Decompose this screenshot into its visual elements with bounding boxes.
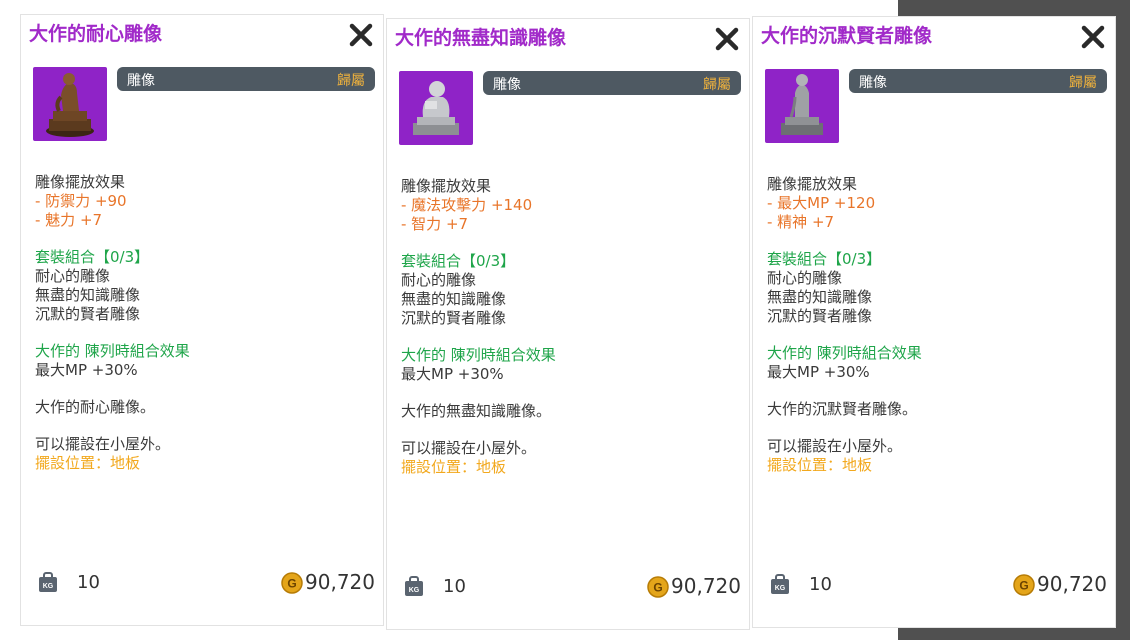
placement-location: 擺設位置：地板 — [35, 454, 141, 472]
item-type-label: 雕像 — [127, 73, 155, 89]
placement-note: 可以擺設在小屋外。 — [767, 437, 903, 455]
stat-line: - 最大MP +120 — [767, 194, 876, 212]
svg-text:KG: KG — [775, 585, 786, 592]
statue-thumbnail — [765, 69, 839, 143]
item-weight: 10 — [77, 572, 100, 593]
stat-line: - 智力 +7 — [401, 215, 469, 233]
item-tooltip-sage-statue: 大作的沉默賢者雕像 雕像 歸屬 雕像擺放效果 - 最大MP +120 - 精神 … — [752, 16, 1116, 628]
item-description: 雕像擺放效果 - 最大MP +120 - 精神 +7 套裝組合【0/3】 耐心的… — [767, 175, 1105, 475]
stat-line: - 魔法攻擊力 +140 — [401, 196, 533, 214]
item-flavor-text: 大作的沉默賢者雕像。 — [767, 400, 918, 418]
item-footer: KG 10 G 90,720 — [769, 571, 1107, 599]
item-price: 90,720 — [1037, 572, 1107, 596]
svg-text:KG: KG — [43, 583, 54, 590]
stat-line: - 防禦力 +90 — [35, 192, 127, 210]
close-icon[interactable] — [1079, 23, 1107, 51]
statue-thumbnail — [33, 67, 107, 141]
set-item: 耐心的雕像 — [401, 271, 477, 289]
combo-effect: 最大MP +30% — [401, 365, 504, 383]
set-item: 耐心的雕像 — [767, 269, 843, 287]
svg-text:G: G — [1019, 579, 1028, 593]
statue-thumbnail — [399, 71, 473, 145]
item-type-bar: 雕像 歸屬 — [483, 71, 741, 95]
set-item: 耐心的雕像 — [35, 267, 111, 285]
placement-location: 擺設位置：地板 — [767, 456, 873, 474]
set-item: 無盡的知識雕像 — [35, 286, 141, 304]
bronze-statue-icon — [46, 73, 94, 137]
effect-heading: 雕像擺放效果 — [767, 175, 858, 193]
item-type-label: 雕像 — [493, 77, 521, 93]
set-item: 沉默的賢者雕像 — [401, 309, 507, 327]
item-price: 90,720 — [305, 570, 375, 594]
bind-status-label: 歸屬 — [1069, 75, 1097, 91]
placement-location: 擺設位置：地板 — [401, 458, 507, 476]
kg-weight-icon: KG — [405, 576, 423, 596]
close-icon[interactable] — [347, 21, 375, 49]
item-title: 大作的無盡知識雕像 — [395, 27, 567, 49]
stone-statue-icon — [413, 81, 459, 135]
set-item: 無盡的知識雕像 — [767, 288, 873, 306]
item-weight: 10 — [443, 576, 466, 597]
bind-status-label: 歸屬 — [703, 77, 731, 93]
item-title: 大作的沉默賢者雕像 — [761, 25, 933, 47]
item-type-label: 雕像 — [859, 75, 887, 91]
combo-heading: 大作的 陳列時組合效果 — [35, 342, 190, 360]
combo-effect: 最大MP +30% — [35, 361, 138, 379]
item-title: 大作的耐心雕像 — [29, 23, 163, 45]
bind-status-label: 歸屬 — [337, 73, 365, 89]
set-item: 沉默的賢者雕像 — [35, 305, 141, 323]
svg-text:KG: KG — [409, 587, 420, 594]
item-description: 雕像擺放效果 - 防禦力 +90 - 魅力 +7 套裝組合【0/3】 耐心的雕像… — [35, 173, 373, 473]
item-footer: KG 10 G 90,720 — [403, 573, 741, 601]
item-price: 90,720 — [671, 574, 741, 598]
gold-coin-icon: G — [647, 576, 669, 598]
set-heading: 套裝組合【0/3】 — [401, 252, 516, 270]
sage-statue-icon — [781, 74, 823, 135]
set-item: 沉默的賢者雕像 — [767, 307, 873, 325]
close-icon[interactable] — [713, 25, 741, 53]
set-heading: 套裝組合【0/3】 — [767, 250, 882, 268]
placement-note: 可以擺設在小屋外。 — [401, 439, 537, 457]
combo-effect: 最大MP +30% — [767, 363, 870, 381]
set-heading: 套裝組合【0/3】 — [35, 248, 150, 266]
item-type-bar: 雕像 歸屬 — [849, 69, 1107, 93]
item-tooltip-patience-statue: 大作的耐心雕像 雕像 歸屬 雕像擺放效果 - 防禦力 +90 - 魅力 +7 套… — [20, 14, 384, 626]
effect-heading: 雕像擺放效果 — [401, 177, 492, 195]
gold-coin-icon: G — [1013, 574, 1035, 596]
item-tooltip-knowledge-statue: 大作的無盡知識雕像 雕像 歸屬 雕像擺放效果 - 魔法攻擊力 +140 - 智力… — [386, 18, 750, 630]
item-description: 雕像擺放效果 - 魔法攻擊力 +140 - 智力 +7 套裝組合【0/3】 耐心… — [401, 177, 739, 477]
stat-line: - 魅力 +7 — [35, 211, 103, 229]
item-flavor-text: 大作的耐心雕像。 — [35, 398, 156, 416]
combo-heading: 大作的 陳列時組合效果 — [401, 346, 556, 364]
item-flavor-text: 大作的無盡知識雕像。 — [401, 402, 552, 420]
placement-note: 可以擺設在小屋外。 — [35, 435, 171, 453]
item-footer: KG 10 G 90,720 — [37, 569, 375, 597]
kg-weight-icon: KG — [771, 574, 789, 594]
combo-heading: 大作的 陳列時組合效果 — [767, 344, 922, 362]
kg-weight-icon: KG — [39, 572, 57, 592]
set-item: 無盡的知識雕像 — [401, 290, 507, 308]
item-type-bar: 雕像 歸屬 — [117, 67, 375, 91]
svg-text:G: G — [653, 581, 662, 595]
item-weight: 10 — [809, 574, 832, 595]
effect-heading: 雕像擺放效果 — [35, 173, 126, 191]
gold-coin-icon: G — [281, 572, 303, 594]
stat-line: - 精神 +7 — [767, 213, 835, 231]
svg-text:G: G — [287, 577, 296, 591]
